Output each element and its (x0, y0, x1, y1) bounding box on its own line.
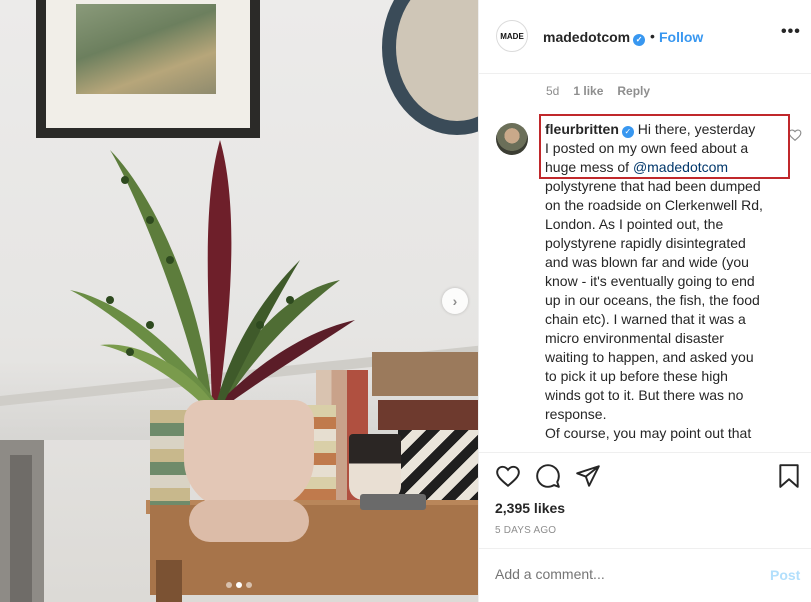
previous-comment-meta: 5d 1 like Reply (546, 84, 650, 98)
username-text: madedotcom (543, 29, 631, 45)
carousel-dot (246, 582, 252, 588)
carousel-dot-active (236, 582, 242, 588)
post-photo[interactable]: › (0, 0, 478, 602)
post-date: 5 DAYS AGO (495, 525, 557, 536)
wooden-box (372, 352, 478, 396)
avatar[interactable]: MADE (496, 20, 528, 52)
divider (479, 548, 811, 549)
username-link[interactable]: madedotcom ✓ (543, 29, 646, 46)
commenter-username[interactable]: fleurbritten (545, 121, 619, 137)
ceramic-cup (349, 434, 401, 500)
comment-body-part2: polystyrene that had been dumped on the … (545, 178, 763, 422)
post-header: MADE madedotcom ✓ • Follow ••• (479, 0, 811, 74)
follow-button[interactable]: Follow (659, 29, 703, 45)
likes-count[interactable]: 2,395 likes (495, 500, 565, 516)
like-heart-icon[interactable] (495, 463, 521, 489)
post-comment-button[interactable]: Post (770, 567, 800, 583)
like-comment-heart-icon[interactable] (788, 128, 802, 142)
share-send-icon[interactable] (575, 463, 601, 489)
comment-age: 5d (546, 84, 560, 98)
framed-picture (36, 0, 260, 138)
verified-badge-icon: ✓ (633, 34, 646, 46)
commenter-avatar[interactable] (496, 123, 528, 155)
carousel-dot (226, 582, 232, 588)
chevron-right-icon: › (452, 293, 458, 309)
patterned-box (398, 430, 478, 500)
wall-wheel (382, 0, 478, 135)
comment-text: fleurbritten ✓ Hi there, yesterday I post… (545, 120, 763, 443)
post-actions (495, 463, 800, 491)
divider (479, 452, 811, 453)
plant-leaves (70, 140, 355, 410)
reply-button[interactable]: Reply (617, 84, 650, 98)
save-bookmark-icon[interactable] (776, 463, 802, 489)
comment-bubble-icon[interactable] (535, 463, 561, 489)
plant-pot (184, 400, 314, 545)
next-photo-button[interactable]: › (442, 288, 468, 314)
comment-likes-link[interactable]: 1 like (573, 84, 603, 98)
more-dots-icon[interactable]: ••• (781, 23, 801, 41)
separator-dot: • (650, 28, 655, 44)
comment-body-part3: Of course, you may point out that (545, 425, 752, 441)
carousel-dots (226, 582, 252, 588)
post-sidebar: MADE madedotcom ✓ • Follow ••• 5d 1 like … (478, 0, 811, 602)
add-comment-input[interactable] (495, 566, 745, 582)
mention-link[interactable]: @madedotcom (633, 159, 728, 175)
verified-badge-icon: ✓ (621, 126, 634, 138)
avatar-logo-text: MADE (500, 31, 524, 41)
